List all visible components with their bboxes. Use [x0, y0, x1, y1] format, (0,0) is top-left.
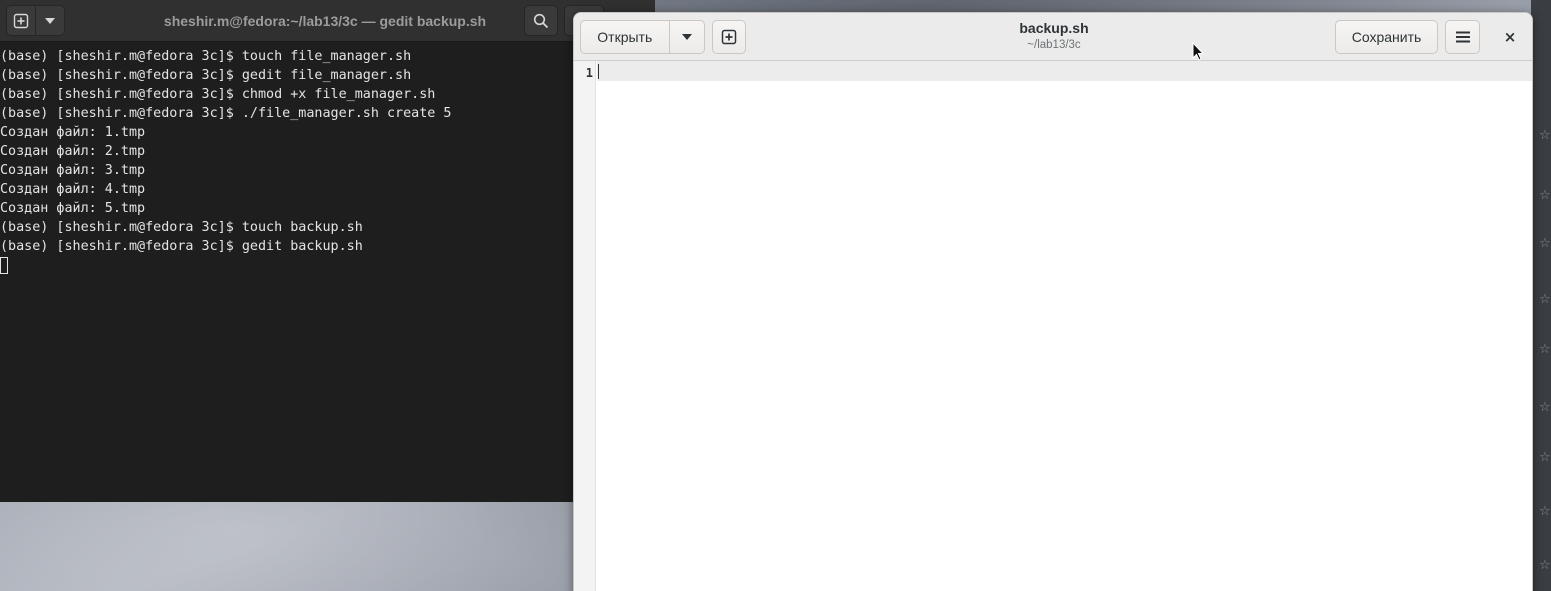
star-icon: ☆	[1539, 504, 1551, 519]
new-tab-button[interactable]	[7, 6, 35, 35]
terminal-line: Создан файл: 5.tmp	[0, 201, 146, 216]
terminal-window-title: sheshir.m@fedora:~/lab13/3c — gedit back…	[163, 13, 487, 29]
text-editor-area[interactable]	[597, 81, 1532, 591]
hamburger-menu-icon	[1455, 31, 1470, 43]
terminal-line: (base) [sheshir.m@fedora 3c]$ gedit back…	[0, 239, 363, 254]
terminal-line: (base) [sheshir.m@fedora 3c]$ chmod +x f…	[0, 87, 436, 102]
new-document-button[interactable]	[712, 20, 746, 54]
search-icon	[533, 13, 549, 28]
hamburger-menu-button[interactable]	[1445, 20, 1480, 54]
terminal-line: Создан файл: 4.tmp	[0, 182, 146, 197]
document-file-path: ~/lab13/3c	[1027, 39, 1081, 51]
terminal-line: Создан файл: 3.tmp	[0, 163, 146, 178]
mouse-pointer-icon	[1192, 42, 1204, 61]
terminal-menu-dropdown-button[interactable]	[35, 6, 64, 35]
terminal-cursor-line	[0, 256, 575, 275]
terminal-line: Создан файл: 2.tmp	[0, 144, 146, 159]
terminal-tab-button-group	[6, 5, 65, 36]
current-line-highlight	[597, 61, 1532, 81]
close-icon: ×	[1503, 28, 1517, 46]
line-number: 1	[585, 66, 593, 80]
chevron-down-icon	[45, 17, 56, 24]
terminal-line: (base) [sheshir.m@fedora 3c]$ touch file…	[0, 49, 412, 64]
star-icon: ☆	[1539, 342, 1551, 357]
document-file-name: backup.sh	[1019, 20, 1089, 36]
new-tab-icon	[14, 13, 29, 28]
terminal-window[interactable]: sheshir.m@fedora:~/lab13/3c — gedit back…	[0, 0, 655, 502]
desktop-side-panel: ☆ ☆ ☆ ☆ ☆ ☆ ☆ ☆ ☆	[1531, 0, 1551, 591]
star-icon: ☆	[1539, 292, 1551, 307]
star-icon: ☆	[1539, 558, 1551, 573]
terminal-headerbar: sheshir.m@fedora:~/lab13/3c — gedit back…	[0, 0, 655, 42]
star-icon: ☆	[1539, 400, 1551, 415]
terminal-line: (base) [sheshir.m@fedora 3c]$ ./file_man…	[0, 106, 452, 121]
star-icon: ☆	[1539, 188, 1551, 203]
line-number-gutter: 1	[574, 61, 596, 591]
terminal-line: (base) [sheshir.m@fedora 3c]$ touch back…	[0, 220, 363, 235]
star-icon: ☆	[1539, 450, 1551, 465]
close-button[interactable]: ×	[1499, 26, 1521, 48]
terminal-cursor	[0, 256, 8, 274]
terminal-line: Создан файл: 1.tmp	[0, 125, 146, 140]
gedit-window[interactable]: Открыть backup.sh ~/lab13/3c Сохранить ×…	[573, 12, 1533, 591]
gedit-headerbar: Открыть backup.sh ~/lab13/3c Сохранить ×	[574, 13, 1532, 61]
terminal-output[interactable]: (base) [sheshir.m@fedora 3c]$ touch file…	[0, 47, 575, 275]
star-icon: ☆	[1539, 128, 1551, 143]
text-caret	[598, 64, 599, 79]
document-title: backup.sh ~/lab13/3c	[904, 19, 1204, 53]
open-button-group: Открыть	[580, 20, 705, 54]
open-button[interactable]: Открыть	[581, 21, 669, 53]
terminal-search-button[interactable]	[524, 5, 558, 36]
save-button[interactable]: Сохранить	[1335, 20, 1438, 54]
open-dropdown-button[interactable]	[668, 21, 704, 53]
star-icon: ☆	[1539, 236, 1551, 251]
chevron-down-icon	[681, 34, 692, 40]
terminal-line: (base) [sheshir.m@fedora 3c]$ gedit file…	[0, 68, 412, 83]
new-document-icon	[721, 29, 737, 45]
